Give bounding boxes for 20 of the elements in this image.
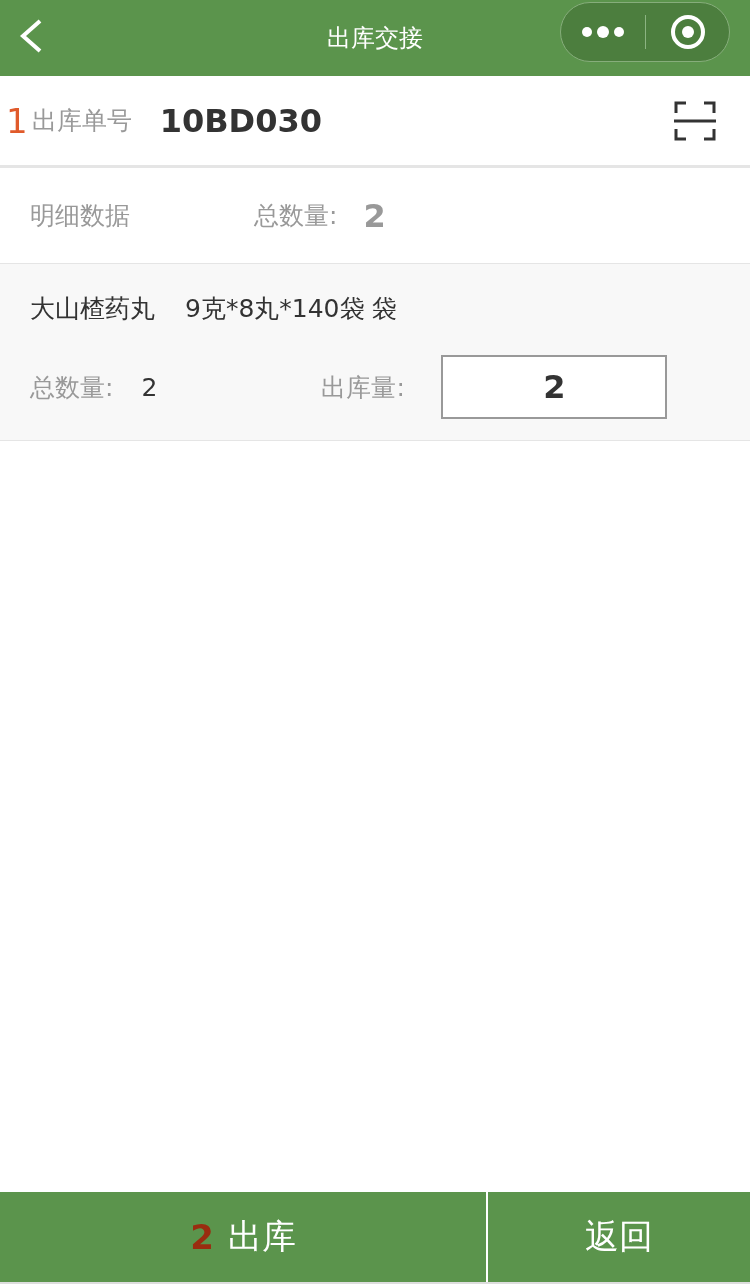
- item-name: 大山楂药丸: [30, 293, 155, 325]
- nav-title: 出库交接: [327, 23, 423, 54]
- step-marker: 2: [190, 1217, 214, 1257]
- order-number: 10BD030: [159, 101, 322, 140]
- step-marker: 1: [6, 100, 28, 141]
- close-icon[interactable]: [670, 14, 706, 50]
- out-quantity-label: 出库量:: [321, 371, 406, 404]
- item-total-value: 2: [141, 372, 159, 402]
- item-total-label: 总数量:: [30, 371, 114, 404]
- scan-icon[interactable]: [674, 100, 716, 141]
- back-icon[interactable]: [18, 18, 44, 54]
- total-value: 2: [363, 196, 386, 235]
- confirm-button[interactable]: 2 出库: [0, 1192, 486, 1282]
- order-label: 出库单号: [31, 105, 132, 137]
- back-button[interactable]: 返回: [488, 1192, 750, 1282]
- item-spec: 9克*8丸*140袋 袋: [185, 293, 398, 325]
- out-quantity-field[interactable]: 2: [441, 355, 668, 419]
- detail-label: 明细数据: [30, 200, 131, 232]
- total-label: 总数量:: [254, 200, 338, 232]
- more-icon[interactable]: [581, 25, 625, 39]
